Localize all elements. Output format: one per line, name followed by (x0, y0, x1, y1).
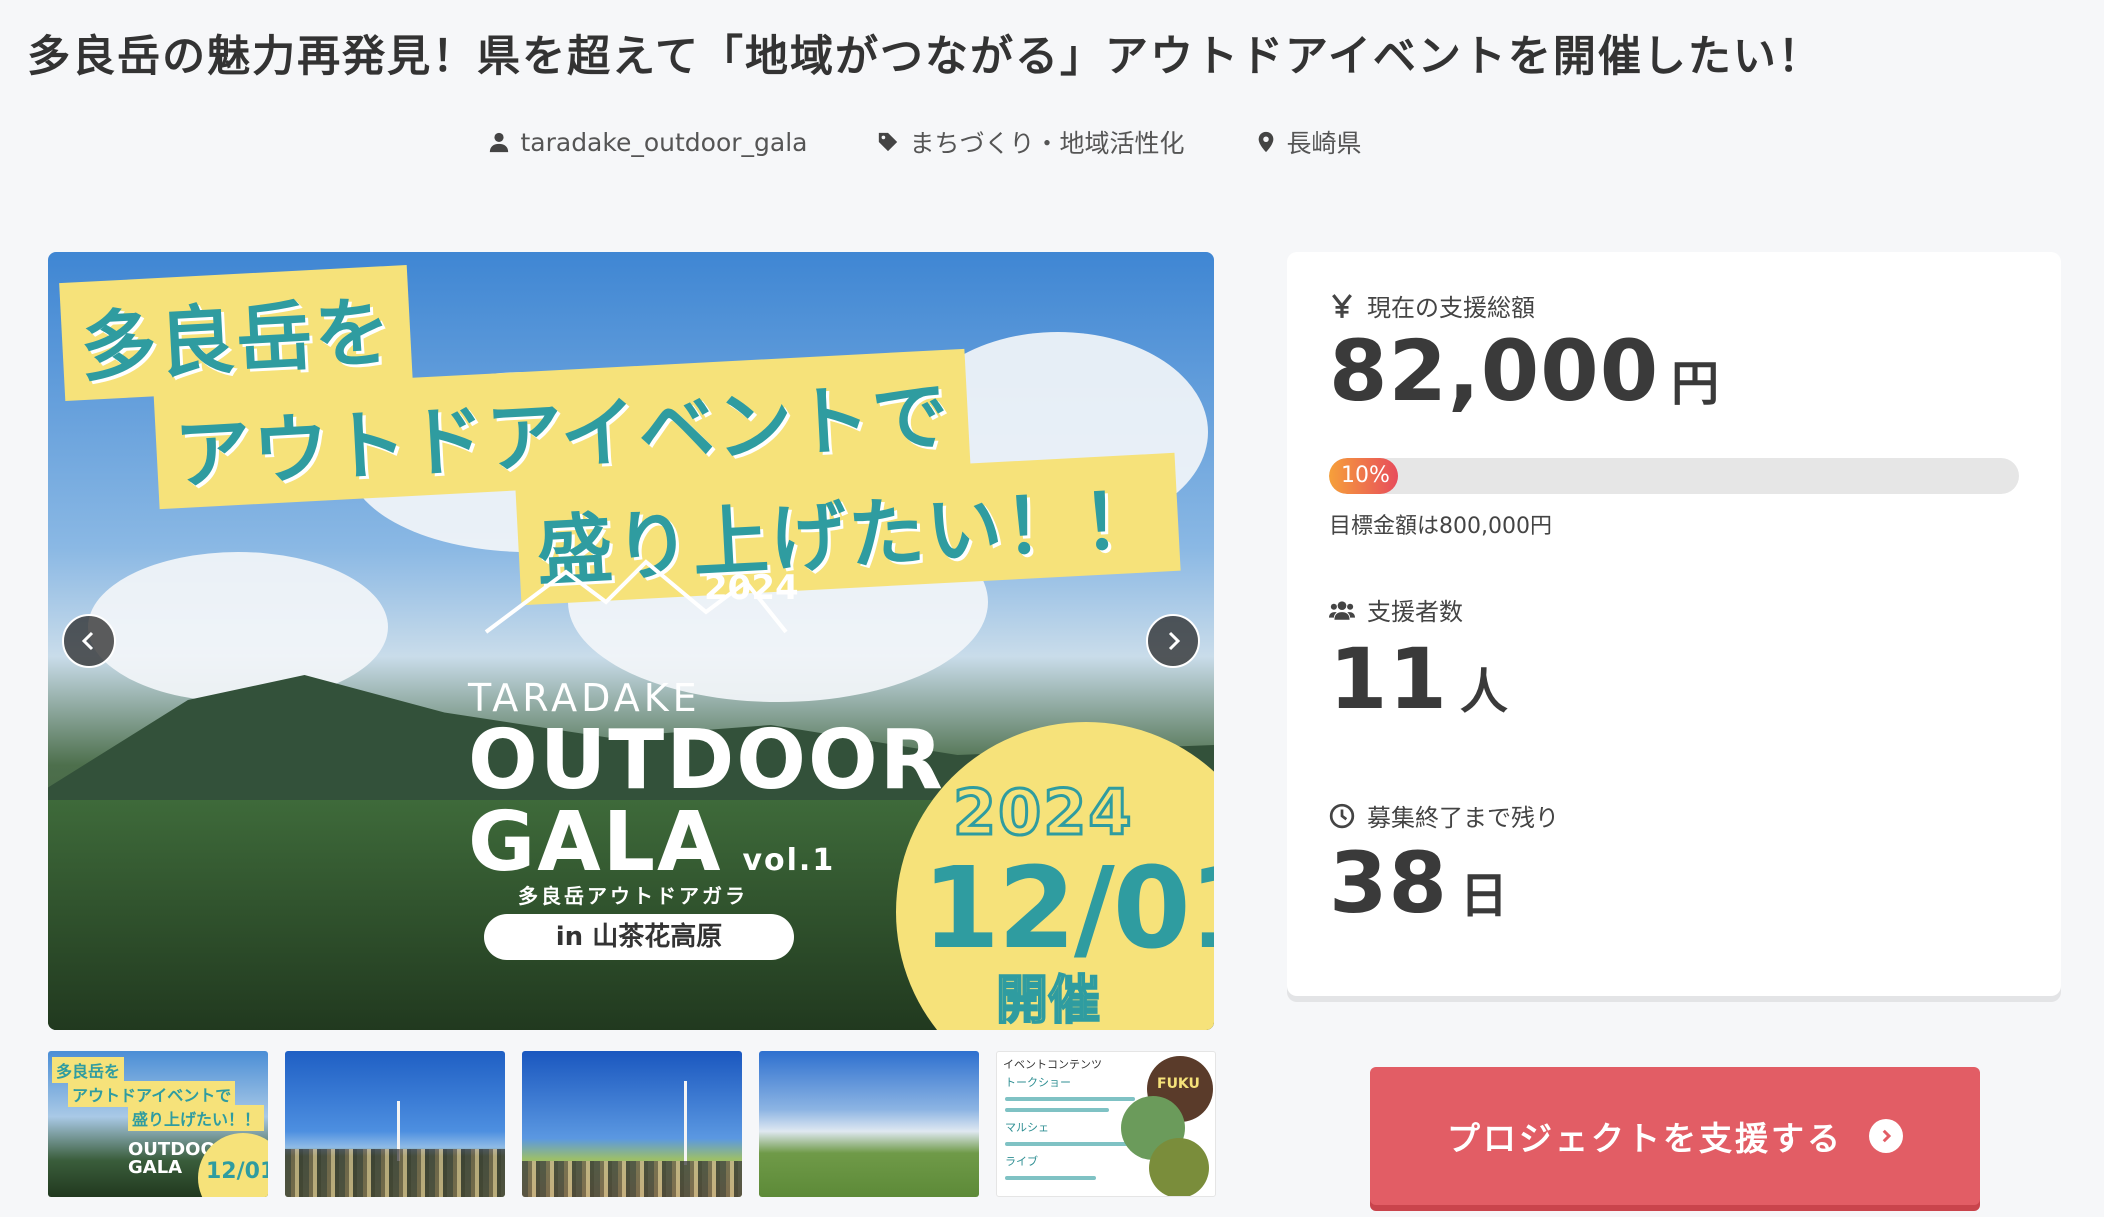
user-icon (490, 132, 509, 153)
text-line-shape (1005, 1097, 1135, 1101)
date-word: 開催 (995, 970, 1101, 1030)
supporters-label: 支援者数 (1329, 592, 1463, 627)
windmill-shape (684, 1081, 687, 1165)
thumb-banner-line: 盛り上げたい！！ (128, 1105, 265, 1131)
main-image-carousel[interactable]: 多良岳を アウトドアイベントで 盛り上げたい！！ 2024 TARADAKE O… (48, 252, 1214, 1030)
thumb-banner-line: アウトドアイベントで (68, 1081, 236, 1107)
total-value: 82,000 (1329, 322, 1660, 420)
remaining-unit: 日 (1459, 868, 1509, 924)
chevron-right-icon (1168, 631, 1181, 651)
thumb-header: イベントコンテンツ (1003, 1058, 1102, 1071)
thumbnail-1[interactable]: 多良岳を アウトドアイベントで 盛り上げたい！！ OUTDOOR GALA 12/… (48, 1051, 268, 1197)
thumbnail-strip: 多良岳を アウトドアイベントで 盛り上げたい！！ OUTDOOR GALA 12/… (48, 1051, 1216, 1197)
logo-vol: vol.1 (742, 843, 836, 878)
remaining-label: 募集終了まで残り (1329, 798, 1559, 833)
text-line-shape (1005, 1108, 1109, 1112)
supporters-count: 11 人 (1329, 630, 1509, 728)
owner-name: taradake_outdoor_gala (520, 127, 808, 157)
owner-link[interactable]: taradake_outdoor_gala (488, 124, 807, 160)
thumb-content: トークショー マルシェ ライブ (1005, 1074, 1135, 1187)
page-title: 多良岳の魅力再発見！県を超えて「地域がつながる」アウトドアイベントを開催したい！ (27, 32, 1823, 82)
supporters-label-text: 支援者数 (1367, 598, 1463, 626)
thumbnail-4[interactable] (759, 1051, 979, 1197)
thumbnail-2[interactable] (285, 1051, 505, 1197)
logo-place: in 山茶花高原 (484, 914, 794, 960)
users-icon (1329, 600, 1355, 620)
thumb-banner-line: 多良岳を (52, 1057, 125, 1083)
thumbnail-5[interactable]: イベントコンテンツ トークショー マルシェ ライブ FUKU (996, 1051, 1216, 1197)
yen-icon (1332, 293, 1352, 318)
date-day: 12/01 (922, 844, 1214, 974)
location-link[interactable]: 長崎県 (1255, 124, 1362, 160)
remaining-days: 38 日 (1329, 834, 1509, 932)
map-pin-icon (1258, 131, 1273, 153)
arrow-circle-right-icon (1869, 1119, 1903, 1153)
category-link[interactable]: まちづくり・地域活性化 (877, 124, 1185, 160)
thumb-photo-circle (1149, 1138, 1209, 1196)
carousel-next-button[interactable] (1146, 614, 1200, 668)
date-year: 2024 (952, 775, 1134, 851)
thumb-item: マルシェ (1005, 1121, 1049, 1134)
remaining-value: 38 (1329, 834, 1448, 932)
thumb-item: ライブ (1005, 1155, 1038, 1168)
tag-icon (879, 132, 898, 152)
crowd-shape (522, 1161, 742, 1197)
thumb-badge: FUKU (1157, 1076, 1200, 1092)
thumb-date: 12/01 (206, 1159, 268, 1184)
clock-icon (1329, 803, 1355, 828)
project-meta: taradake_outdoor_gala まちづくり・地域活性化 長崎県 (0, 124, 1850, 160)
supporters-value: 11 (1329, 630, 1448, 728)
crowd-shape (285, 1149, 505, 1197)
remaining-label-text: 募集終了まで残り (1367, 804, 1559, 832)
funding-stats-panel: 現在の支援総額 82,000 円 10% 目標金額は800,000円 支援者数 1… (1287, 252, 2061, 996)
goal-amount: 目標金額は800,000円 (1329, 514, 1552, 539)
logo-subtitle: 多良岳アウトドアガラ (518, 884, 748, 908)
total-label-text: 現在の支援総額 (1367, 294, 1535, 322)
total-amount: 82,000 円 (1329, 322, 1720, 420)
support-button-label: プロジェクトを支援する (1447, 1119, 1843, 1158)
total-amount-label: 現在の支援総額 (1329, 288, 1535, 323)
progress-fill: 10% (1329, 458, 1398, 494)
event-logo: TARADAKE OUTDOOR GALA vol.1 (468, 676, 945, 902)
supporters-unit: 人 (1459, 664, 1509, 720)
logo-line: GALA (468, 795, 723, 890)
thumbnail-3[interactable] (522, 1051, 742, 1197)
cloud-shape (88, 552, 388, 702)
logo-line: OUTDOOR (468, 713, 945, 808)
support-project-button[interactable]: プロジェクトを支援する (1370, 1067, 1980, 1205)
location-name: 長崎県 (1286, 129, 1362, 158)
text-line-shape (1005, 1176, 1096, 1180)
text-line-shape (1005, 1142, 1135, 1146)
logo-year: 2024 (704, 568, 799, 608)
category-name: まちづくり・地域活性化 (909, 129, 1185, 158)
chevron-left-icon (81, 631, 94, 651)
thumb-item: トークショー (1005, 1076, 1071, 1089)
funding-progress-bar: 10% (1329, 458, 2019, 494)
total-unit: 円 (1671, 356, 1721, 412)
carousel-prev-button[interactable] (62, 614, 116, 668)
